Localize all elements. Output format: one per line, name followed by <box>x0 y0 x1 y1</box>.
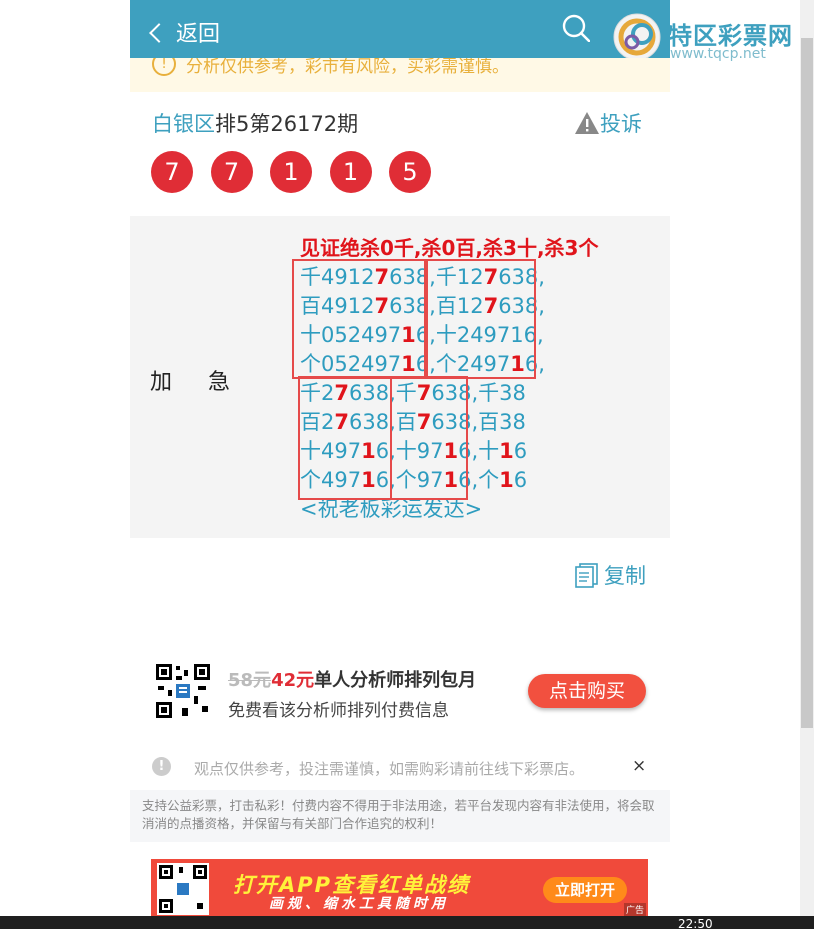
scrollbar-thumb[interactable] <box>801 38 813 728</box>
tip-bar: ! 观点仅供参考，投注需谨慎，如需购彩请前往线下彩票店。 × <box>152 756 648 778</box>
search-icon[interactable] <box>562 14 590 42</box>
highlight-box <box>390 376 468 500</box>
chevron-left-icon <box>149 23 169 43</box>
number-ball: 7 <box>151 151 193 193</box>
qr-code-icon <box>154 662 212 720</box>
taskbar-clock: 22:50 <box>678 917 713 931</box>
brand-logo: 特区彩票网 www.tqcp.net <box>612 8 812 62</box>
draw-issue: 排5第26172期 <box>215 112 359 136</box>
analysis-headline: 见证绝杀0千,杀0百,杀3十,杀3个 <box>300 236 599 260</box>
brand-url: www.tqcp.net <box>670 46 766 62</box>
promo-subtitle: 免费看该分析师排列付费信息 <box>228 701 449 721</box>
promo-name: 单人分析师排列包月 <box>314 670 477 691</box>
warning-triangle-icon <box>575 112 599 134</box>
number-ball: 5 <box>389 151 431 193</box>
top-header: 返回 <box>130 0 670 58</box>
buy-button[interactable]: 点击购买 <box>528 674 646 708</box>
info-icon: ! <box>152 757 171 776</box>
number-ball: 1 <box>270 151 312 193</box>
highlight-box <box>426 259 536 379</box>
complain-button[interactable]: 投诉 <box>574 108 642 138</box>
analysis-panel: 加急 见证绝杀0千,杀0百,杀3十,杀3个 千49127638,千127638,… <box>130 216 670 538</box>
warning-circle-icon: ! <box>152 58 176 76</box>
draw-title: 白银区排5第26172期 <box>152 108 358 138</box>
number-ball: 1 <box>329 151 372 193</box>
tip-text: 观点仅供参考，投注需谨慎，如需购彩请前往线下彩票店。 <box>194 760 585 778</box>
highlight-box <box>292 259 426 379</box>
banner-open-button[interactable]: 立即打开 <box>543 877 627 903</box>
banner-subline: 画规、缩水工具随时用 <box>269 896 449 912</box>
risk-notice-text: 分析仅供参考，彩市有风险，买彩需谨慎。 <box>186 58 509 77</box>
number-ball: 7 <box>210 151 253 193</box>
close-icon[interactable]: × <box>632 756 646 776</box>
disclaimer-text: 支持公益彩票，打击私彩！付费内容不得用于非法用途，若平台发现内容有非法使用，将会… <box>142 798 655 831</box>
app-banner-ad[interactable]: 打开APP查看红单战绩 画规、缩水工具随时用 立即打开 广告 <box>151 859 648 916</box>
banner-qr-icon <box>157 863 209 915</box>
area-link[interactable]: 白银区 <box>152 112 215 136</box>
scrollbar[interactable] <box>800 0 814 916</box>
back-button[interactable]: 返回 <box>149 16 221 48</box>
copy-icon <box>575 563 598 588</box>
promo-card: 58元42元单人分析师排列包月 免费看该分析师排列付费信息 点击购买 <box>154 662 670 722</box>
copy-label: 复制 <box>604 564 646 588</box>
draw-numbers: 7 7 1 1 5 <box>151 151 449 193</box>
back-label: 返回 <box>176 22 221 47</box>
analysis-label: 加急 <box>150 370 267 395</box>
new-price: 42元 <box>271 670 315 691</box>
disclaimer: 支持公益彩票，打击私彩！付费内容不得用于非法用途，若平台发现内容有非法使用，将会… <box>130 790 670 842</box>
brand-logo-icon <box>613 13 661 61</box>
copy-button[interactable]: 复制 <box>574 560 646 590</box>
promo-title: 58元42元单人分析师排列包月 <box>228 666 476 692</box>
highlight-box <box>298 376 392 500</box>
os-taskbar: 22:50 <box>0 916 814 931</box>
analysis-footer: <祝老板彩运发达> <box>300 497 483 521</box>
risk-notice: ! 分析仅供参考，彩市有风险，买彩需谨慎。 <box>130 58 670 92</box>
complain-label: 投诉 <box>600 112 642 136</box>
ad-label: 广告 <box>623 903 646 916</box>
old-price: 58元 <box>228 670 272 691</box>
